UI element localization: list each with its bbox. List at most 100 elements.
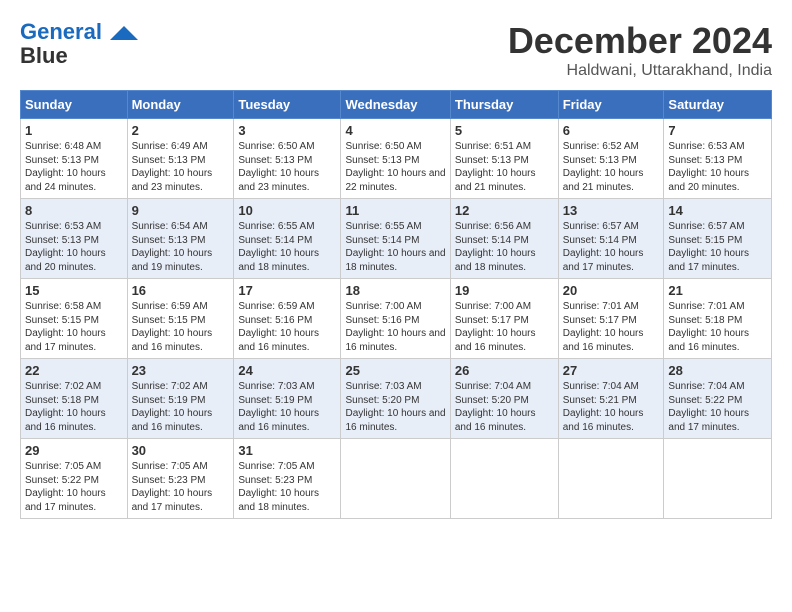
calendar-day-cell: 8Sunrise: 6:53 AM Sunset: 5:13 PM Daylig… xyxy=(21,199,128,279)
day-number: 15 xyxy=(25,283,123,298)
weekday-header-cell: Sunday xyxy=(21,91,128,119)
calendar-day-cell: 20 Sunrise: 7:01 AM Sunset: 5:17 PM Dayli… xyxy=(558,279,664,359)
calendar-day-cell: 2 Sunrise: 6:49 AM Sunset: 5:13 PM Daylig… xyxy=(127,119,234,199)
calendar-day-cell: 25 Sunrise: 7:03 AM Sunset: 5:20 PM Dayli… xyxy=(341,359,450,439)
day-info: Sunrise: 6:52 AM Sunset: 5:13 PM Dayligh… xyxy=(563,140,660,194)
calendar-day-cell: 31 Sunrise: 7:05 AM Sunset: 5:23 PM Dayli… xyxy=(234,439,341,519)
day-info: Sunrise: 7:04 AM Sunset: 5:20 PM Dayligh… xyxy=(455,380,554,434)
day-info: Sunrise: 6:53 AM Sunset: 5:13 PM Dayligh… xyxy=(668,140,767,194)
day-number: 8 xyxy=(25,203,123,218)
logo-text: General xyxy=(20,20,138,44)
logo-blue: Blue xyxy=(20,44,68,68)
calendar-day-cell: 11 Sunrise: 6:55 AM Sunset: 5:14 PM Dayli… xyxy=(341,199,450,279)
day-info: Sunrise: 7:02 AM Sunset: 5:18 PM Dayligh… xyxy=(25,380,123,434)
day-info: Sunrise: 6:57 AM Sunset: 5:14 PM Dayligh… xyxy=(563,220,660,274)
calendar-day-cell: 28 Sunrise: 7:04 AM Sunset: 5:22 PM Dayli… xyxy=(664,359,772,439)
day-info: Sunrise: 6:58 AM Sunset: 5:15 PM Dayligh… xyxy=(25,300,123,354)
calendar-day-cell: 3 Sunrise: 6:50 AM Sunset: 5:13 PM Daylig… xyxy=(234,119,341,199)
day-number: 22 xyxy=(25,363,123,378)
calendar-week-row: 29Sunrise: 7:05 AM Sunset: 5:22 PM Dayli… xyxy=(21,439,772,519)
day-number: 26 xyxy=(455,363,554,378)
calendar-day-cell: 7 Sunrise: 6:53 AM Sunset: 5:13 PM Daylig… xyxy=(664,119,772,199)
day-info: Sunrise: 7:00 AM Sunset: 5:16 PM Dayligh… xyxy=(345,300,445,354)
page-header: General Blue December 2024 Haldwani, Utt… xyxy=(20,20,772,80)
day-info: Sunrise: 7:03 AM Sunset: 5:20 PM Dayligh… xyxy=(345,380,445,434)
calendar-week-row: 1 Sunrise: 6:48 AM Sunset: 5:13 PM Daylig… xyxy=(21,119,772,199)
day-number: 24 xyxy=(238,363,336,378)
day-number: 28 xyxy=(668,363,767,378)
location: Haldwani, Uttarakhand, India xyxy=(508,62,772,80)
calendar-day-cell xyxy=(450,439,558,519)
day-number: 5 xyxy=(455,123,554,138)
calendar-day-cell: 10Sunrise: 6:55 AM Sunset: 5:14 PM Dayli… xyxy=(234,199,341,279)
day-info: Sunrise: 6:55 AM Sunset: 5:14 PM Dayligh… xyxy=(345,220,445,274)
day-number: 31 xyxy=(238,443,336,458)
calendar-day-cell: 1 Sunrise: 6:48 AM Sunset: 5:13 PM Daylig… xyxy=(21,119,128,199)
calendar-day-cell: 9 Sunrise: 6:54 AM Sunset: 5:13 PM Daylig… xyxy=(127,199,234,279)
calendar-day-cell: 27 Sunrise: 7:04 AM Sunset: 5:21 PM Dayli… xyxy=(558,359,664,439)
day-number: 19 xyxy=(455,283,554,298)
day-info: Sunrise: 7:01 AM Sunset: 5:17 PM Dayligh… xyxy=(563,300,660,354)
calendar-day-cell: 15 Sunrise: 6:58 AM Sunset: 5:15 PM Dayli… xyxy=(21,279,128,359)
day-info: Sunrise: 6:49 AM Sunset: 5:13 PM Dayligh… xyxy=(132,140,230,194)
day-number: 16 xyxy=(132,283,230,298)
calendar-week-row: 15 Sunrise: 6:58 AM Sunset: 5:15 PM Dayli… xyxy=(21,279,772,359)
day-number: 14 xyxy=(668,203,767,218)
calendar-day-cell: 21 Sunrise: 7:01 AM Sunset: 5:18 PM Dayli… xyxy=(664,279,772,359)
title-block: December 2024 Haldwani, Uttarakhand, Ind… xyxy=(508,20,772,80)
calendar-day-cell: 14Sunrise: 6:57 AM Sunset: 5:15 PM Dayli… xyxy=(664,199,772,279)
calendar-day-cell xyxy=(664,439,772,519)
day-info: Sunrise: 6:48 AM Sunset: 5:13 PM Dayligh… xyxy=(25,140,123,194)
calendar-day-cell: 17 Sunrise: 6:59 AM Sunset: 5:16 PM Dayli… xyxy=(234,279,341,359)
calendar-week-row: 8Sunrise: 6:53 AM Sunset: 5:13 PM Daylig… xyxy=(21,199,772,279)
day-number: 20 xyxy=(563,283,660,298)
day-number: 21 xyxy=(668,283,767,298)
calendar-day-cell: 16Sunrise: 6:59 AM Sunset: 5:15 PM Dayli… xyxy=(127,279,234,359)
weekday-header-cell: Tuesday xyxy=(234,91,341,119)
calendar-day-cell: 22 Sunrise: 7:02 AM Sunset: 5:18 PM Dayli… xyxy=(21,359,128,439)
calendar-day-cell xyxy=(341,439,450,519)
day-number: 30 xyxy=(132,443,230,458)
calendar-day-cell: 29Sunrise: 7:05 AM Sunset: 5:22 PM Dayli… xyxy=(21,439,128,519)
day-number: 1 xyxy=(25,123,123,138)
day-number: 3 xyxy=(238,123,336,138)
day-info: Sunrise: 6:56 AM Sunset: 5:14 PM Dayligh… xyxy=(455,220,554,274)
day-number: 2 xyxy=(132,123,230,138)
day-info: Sunrise: 7:05 AM Sunset: 5:22 PM Dayligh… xyxy=(25,460,123,514)
weekday-header-cell: Wednesday xyxy=(341,91,450,119)
day-number: 4 xyxy=(345,123,445,138)
calendar-day-cell: 19 Sunrise: 7:00 AM Sunset: 5:17 PM Dayli… xyxy=(450,279,558,359)
calendar-day-cell: 23 Sunrise: 7:02 AM Sunset: 5:19 PM Dayli… xyxy=(127,359,234,439)
day-number: 23 xyxy=(132,363,230,378)
day-info: Sunrise: 6:50 AM Sunset: 5:13 PM Dayligh… xyxy=(345,140,445,194)
day-info: Sunrise: 7:00 AM Sunset: 5:17 PM Dayligh… xyxy=(455,300,554,354)
day-number: 13 xyxy=(563,203,660,218)
calendar-week-row: 22 Sunrise: 7:02 AM Sunset: 5:18 PM Dayli… xyxy=(21,359,772,439)
day-info: Sunrise: 6:59 AM Sunset: 5:16 PM Dayligh… xyxy=(238,300,336,354)
logo: General Blue xyxy=(20,20,138,68)
day-number: 25 xyxy=(345,363,445,378)
day-info: Sunrise: 6:50 AM Sunset: 5:13 PM Dayligh… xyxy=(238,140,336,194)
day-info: Sunrise: 7:05 AM Sunset: 5:23 PM Dayligh… xyxy=(132,460,230,514)
day-info: Sunrise: 7:04 AM Sunset: 5:21 PM Dayligh… xyxy=(563,380,660,434)
day-number: 9 xyxy=(132,203,230,218)
calendar-day-cell: 26 Sunrise: 7:04 AM Sunset: 5:20 PM Dayli… xyxy=(450,359,558,439)
calendar-day-cell: 30 Sunrise: 7:05 AM Sunset: 5:23 PM Dayli… xyxy=(127,439,234,519)
day-info: Sunrise: 6:54 AM Sunset: 5:13 PM Dayligh… xyxy=(132,220,230,274)
day-number: 17 xyxy=(238,283,336,298)
weekday-header-cell: Saturday xyxy=(664,91,772,119)
calendar-day-cell: 12Sunrise: 6:56 AM Sunset: 5:14 PM Dayli… xyxy=(450,199,558,279)
day-info: Sunrise: 7:01 AM Sunset: 5:18 PM Dayligh… xyxy=(668,300,767,354)
day-info: Sunrise: 7:05 AM Sunset: 5:23 PM Dayligh… xyxy=(238,460,336,514)
day-number: 27 xyxy=(563,363,660,378)
day-number: 10 xyxy=(238,203,336,218)
weekday-header-cell: Friday xyxy=(558,91,664,119)
day-number: 11 xyxy=(345,203,445,218)
day-info: Sunrise: 7:02 AM Sunset: 5:19 PM Dayligh… xyxy=(132,380,230,434)
day-number: 18 xyxy=(345,283,445,298)
calendar-day-cell: 6Sunrise: 6:52 AM Sunset: 5:13 PM Daylig… xyxy=(558,119,664,199)
day-info: Sunrise: 7:04 AM Sunset: 5:22 PM Dayligh… xyxy=(668,380,767,434)
calendar-day-cell: 5Sunrise: 6:51 AM Sunset: 5:13 PM Daylig… xyxy=(450,119,558,199)
day-number: 7 xyxy=(668,123,767,138)
calendar-day-cell xyxy=(558,439,664,519)
